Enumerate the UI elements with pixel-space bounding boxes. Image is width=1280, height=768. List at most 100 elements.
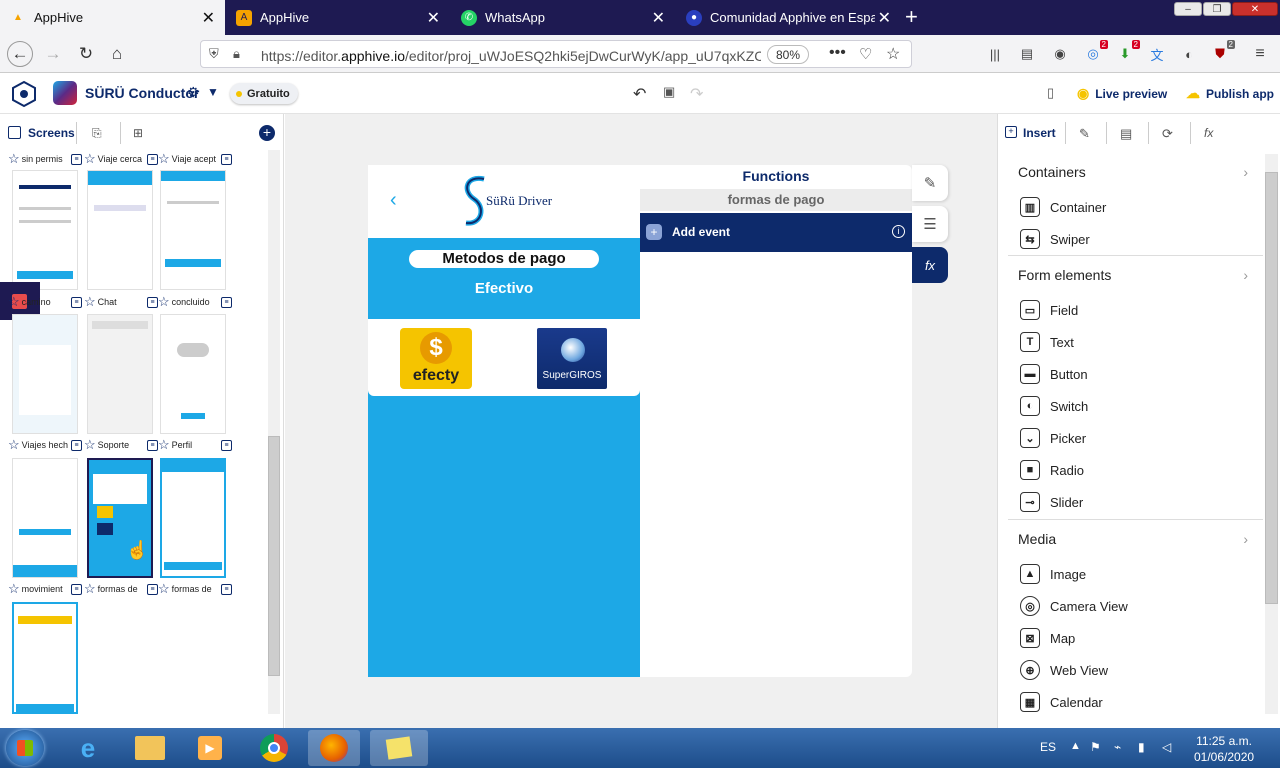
functions-fx-icon[interactable]: fx [912,247,948,283]
screen-menu-icon[interactable]: ≡ [221,583,232,595]
components-icon[interactable]: ⎘ [92,126,102,141]
power-icon[interactable]: ⌁ [1114,740,1121,754]
screen-menu-icon[interactable]: ≡ [147,439,158,451]
screen-menu-icon[interactable]: ≡ [71,153,82,165]
star-icon[interactable]: ☆ [8,581,20,597]
screen-thumbnail[interactable] [12,458,78,578]
firefox-icon[interactable] [308,730,360,766]
insert-button[interactable]: ▬ Button [1020,364,1088,384]
network-icon[interactable]: ▮ [1138,740,1145,754]
pocket-icon[interactable]: ♡ [859,45,872,63]
download-icon[interactable]: ⬇ 2 [1116,40,1140,63]
media-player-icon[interactable]: ▶ [184,730,236,766]
clock-date[interactable]: 01/06/2020 [1194,750,1254,764]
minimize-icon[interactable]: – [1174,2,1202,16]
screen-thumbnail[interactable] [12,170,78,290]
screen-menu-icon[interactable]: ≡ [71,583,82,595]
start-button[interactable] [6,730,44,766]
sync-tab-icon[interactable]: ⟳ [1162,126,1173,142]
screen-label[interactable]: ☆ formas de ≡ [84,581,158,597]
publish-app-button[interactable]: ☁ Publish app [1186,85,1274,102]
account-icon[interactable]: ◉ [1051,45,1069,63]
insert-radio[interactable]: ■ Radio [1020,460,1084,480]
screen-label[interactable]: ☆ Perfil ≡ [158,437,232,453]
add-screen-button[interactable]: + [259,125,275,141]
device-icon[interactable]: ▯ [1047,85,1054,101]
sticky-notes-icon[interactable] [370,730,428,766]
insert-web-view[interactable]: ⊕ Web View [1020,660,1108,680]
back-arrow-icon[interactable]: ‹ [390,189,397,212]
screen-menu-icon[interactable]: ≡ [221,296,232,308]
screen-label[interactable]: ☆ Chat ≡ [84,294,158,310]
bookmark-star-icon[interactable]: ☆ [886,44,900,64]
star-icon[interactable]: ☆ [158,151,170,167]
internet-explorer-icon[interactable]: e [62,730,114,766]
undo-icon[interactable]: ↶ [633,84,646,104]
insert-container[interactable]: ▥ Container [1020,197,1106,217]
star-icon[interactable]: ☆ [84,294,96,310]
reload-icon[interactable]: ↻ [73,41,99,67]
edit-style-icon[interactable]: ✎ [912,165,948,201]
close-tab-icon[interactable]: ✕ [427,8,440,28]
supergiros-logo[interactable]: SuperGIROS [537,328,607,389]
zoom-level[interactable]: 80% [767,45,809,64]
language-indicator[interactable]: ES [1040,740,1056,754]
more-actions-icon[interactable]: ••• [829,44,846,62]
data-tab-icon[interactable]: ▤ [1120,126,1132,142]
star-icon[interactable]: ☆ [158,294,170,310]
app-name[interactable]: SÜRÜ Conductor [85,85,199,101]
star-icon[interactable]: ☆ [8,294,20,310]
add-event-button[interactable]: + Add event i [640,213,912,252]
tray-expand-icon[interactable]: ▲ [1070,740,1081,752]
screen-menu-icon[interactable]: ≡ [147,153,158,165]
new-tab-icon[interactable]: + [905,4,918,30]
close-tab-icon[interactable]: ✕ [652,8,665,28]
app-icon[interactable] [53,81,77,105]
chevron-down-icon[interactable]: ▼ [207,85,219,99]
fx-tab-icon[interactable]: fx [1204,126,1213,140]
info-icon[interactable]: i [892,225,905,238]
insert-text[interactable]: T Text [1020,332,1074,352]
section-form-elements[interactable]: Form elements › [1018,267,1248,283]
forward-icon[interactable]: → [40,41,66,67]
insert-field[interactable]: ▭ Field [1020,300,1078,320]
translate-icon[interactable]: 文 [1148,45,1166,63]
chrome-icon[interactable] [248,730,300,766]
tab-apphive-2[interactable]: A AppHive ✕ [226,0,450,35]
scrollbar-thumb[interactable] [1265,172,1278,604]
screen-label[interactable]: ☆ Viajes hech ≡ [8,437,82,452]
screen-menu-icon[interactable]: ≡ [147,583,158,595]
star-icon[interactable]: ☆ [84,581,96,597]
screen-label-top[interactable]: ☆ sin permis ≡ [8,151,82,166]
screen-thumbnail[interactable] [87,314,153,434]
sidebar-icon[interactable]: ▤ [1018,45,1036,63]
screen-thumbnail[interactable] [12,314,78,434]
insert-swiper[interactable]: ⇆ Swiper [1020,229,1090,249]
scrollbar-track[interactable] [1265,154,1278,714]
plan-badge[interactable]: Gratuito [230,83,298,104]
close-tab-icon[interactable]: ✕ [202,8,215,28]
insert-image[interactable]: ▲ Image [1020,564,1086,584]
star-icon[interactable]: ☆ [84,437,96,453]
url-bar[interactable]: ⛨ 🔒︎ https://editor.apphive.io/editor/pr… [200,40,912,68]
star-icon[interactable]: ☆ [158,437,170,453]
shield-icon[interactable]: ⛨ [209,46,219,62]
screen-menu-icon[interactable]: ≡ [221,439,232,451]
volume-icon[interactable]: ◁ [1162,740,1171,754]
efecty-logo[interactable]: $ efecty [400,328,472,389]
insert-tab[interactable]: Insert [1023,126,1056,140]
insert-picker[interactable]: ⌄ Picker [1020,428,1086,448]
lock-icon[interactable]: 🔒︎ [233,46,240,62]
extension-icon[interactable]: ◎ 2 [1084,40,1108,63]
insert-switch[interactable]: ◐ Switch [1020,396,1088,416]
insert-camera-view[interactable]: ◎ Camera View [1020,596,1128,616]
screen-menu-icon[interactable]: ≡ [71,296,82,308]
eye-extension-icon[interactable]: ◐ [1180,45,1198,63]
file-explorer-icon[interactable] [124,730,176,766]
screen-menu-icon[interactable]: ≡ [71,439,82,451]
screen-label[interactable]: ☆ concluido ≡ [158,294,232,310]
maximize-icon[interactable]: ❐ [1203,2,1231,16]
tab-whatsapp[interactable]: ✆ WhatsApp ✕ [451,0,675,35]
insert-calendar[interactable]: ▦ Calendar [1020,692,1103,712]
star-icon[interactable]: ☆ [158,581,170,597]
